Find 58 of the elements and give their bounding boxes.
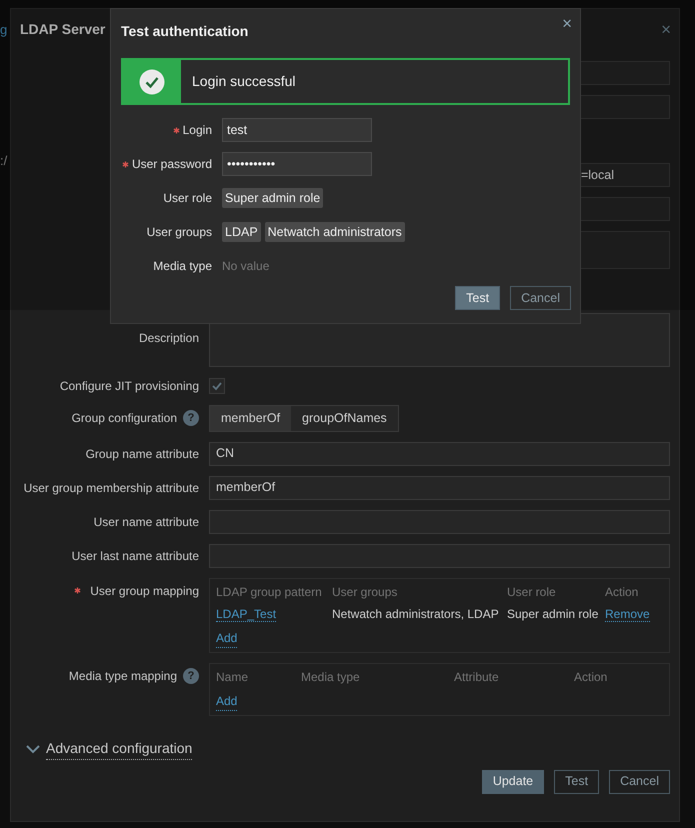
column-header: Action xyxy=(605,584,640,601)
input-field[interactable]: ••••••••••• xyxy=(222,152,372,176)
modal-button[interactable]: Test xyxy=(455,286,500,310)
field-label: Configure JIT provisioning xyxy=(60,378,199,395)
checkbox[interactable] xyxy=(209,378,225,394)
field-label: User last name attribute xyxy=(72,548,199,565)
column-header: User role xyxy=(507,584,557,601)
field-label: Group configuration xyxy=(72,410,177,428)
column-header: Attribute xyxy=(454,668,500,686)
column-header: LDAP group pattern xyxy=(216,584,323,601)
field-label: Group name attribute xyxy=(86,446,199,463)
input-field[interactable] xyxy=(209,510,670,534)
field-label: User role xyxy=(163,190,212,207)
field-label: User group mapping xyxy=(90,582,199,600)
add-link[interactable]: Add xyxy=(216,692,238,711)
field-label: Media type xyxy=(153,258,212,275)
remove-link[interactable]: Remove xyxy=(605,606,650,622)
input-field[interactable] xyxy=(209,544,670,568)
input-field[interactable]: test xyxy=(222,118,372,142)
field-label: Media type mapping xyxy=(68,668,177,685)
tag: Super admin role xyxy=(222,188,324,208)
help-icon[interactable]: ? xyxy=(183,668,199,684)
field-label: User group membership attribute xyxy=(24,480,199,497)
table-cell-text: Super admin role xyxy=(507,606,600,623)
tag: LDAP xyxy=(222,222,261,242)
input-field[interactable]: memberOf xyxy=(209,476,670,500)
pattern-link[interactable]: LDAP_Test xyxy=(216,606,276,622)
column-header: Action xyxy=(574,668,608,686)
empty-value: No value xyxy=(222,258,270,275)
close-button[interactable]: × xyxy=(562,15,572,32)
dialog-button[interactable]: Update xyxy=(482,770,544,794)
field-label: Login xyxy=(182,122,212,139)
dialog-button[interactable]: Test xyxy=(554,770,600,794)
check-circle-icon xyxy=(139,68,165,94)
dialog-title: LDAP Server xyxy=(20,20,106,38)
alert-message: Login successful xyxy=(191,72,296,91)
modal-title: Test authentication xyxy=(121,22,248,41)
help-icon[interactable]: ? xyxy=(183,410,199,426)
dialog-button[interactable]: Cancel xyxy=(609,770,670,794)
section-toggle[interactable]: Advanced configuration xyxy=(46,738,192,760)
chevron-icon xyxy=(26,744,40,754)
input-field[interactable]: CN xyxy=(209,442,670,466)
segment-option[interactable]: groupOfNames xyxy=(291,406,398,431)
column-header: Name xyxy=(216,668,250,686)
field-label: User groups xyxy=(146,224,212,241)
column-header: Media type xyxy=(301,668,361,686)
table-cell-text: Netwatch administrators, LDAP xyxy=(332,606,500,623)
add-link[interactable]: Add xyxy=(216,628,238,648)
close-button[interactable]: × xyxy=(661,20,671,38)
segment-option[interactable]: memberOf xyxy=(210,406,292,431)
field-label: Description xyxy=(138,330,199,347)
page-text: :/ xyxy=(0,152,8,170)
field-label: User name attribute xyxy=(94,514,199,531)
link[interactable]: g xyxy=(0,20,10,40)
column-header: User groups xyxy=(332,584,398,601)
tag: Netwatch administrators xyxy=(264,222,405,242)
modal-button[interactable]: Cancel xyxy=(510,286,571,310)
field-label: User password xyxy=(132,156,212,173)
